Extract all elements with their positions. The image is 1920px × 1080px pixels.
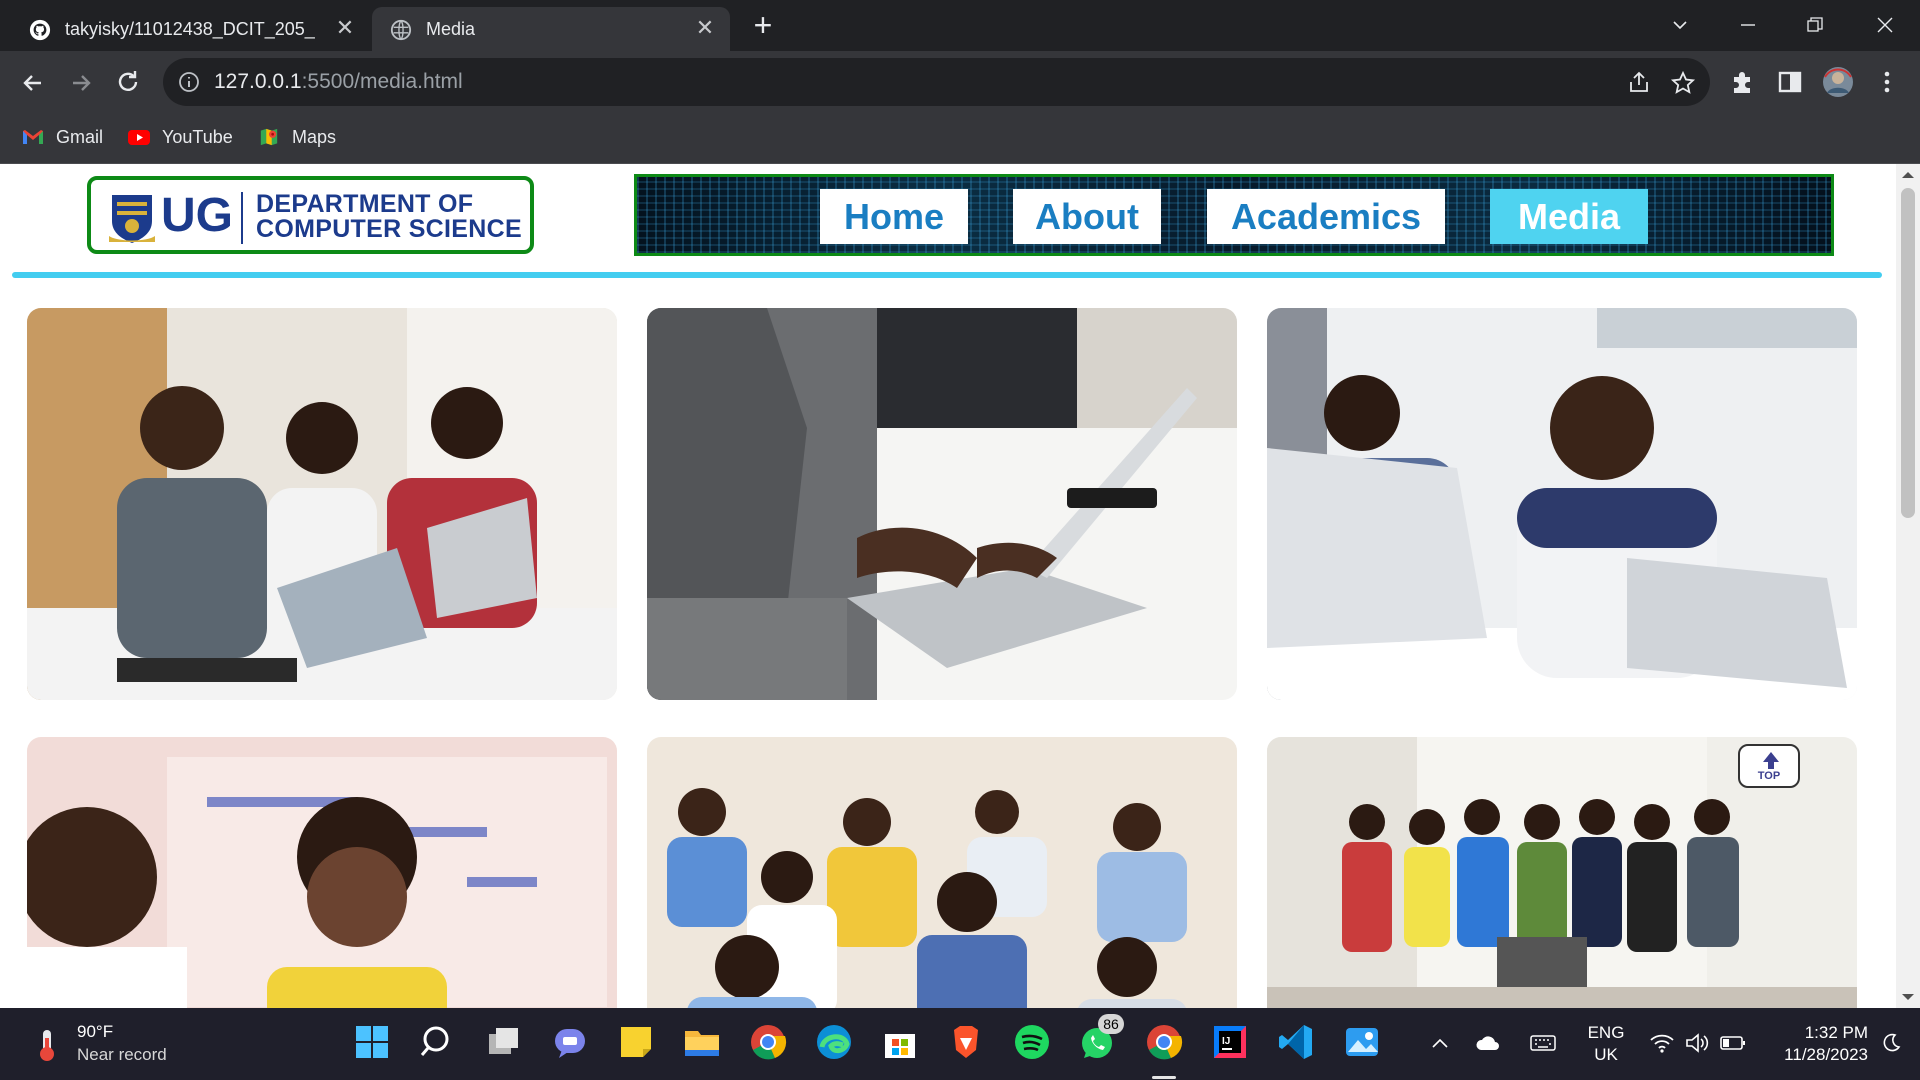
- new-tab-button[interactable]: +: [748, 9, 778, 41]
- whatsapp-app[interactable]: 86: [1078, 1014, 1124, 1062]
- task-view-icon[interactable]: [484, 1022, 524, 1062]
- reload-icon[interactable]: [111, 65, 147, 101]
- clock[interactable]: 1:32 PM 11/28/2023: [1750, 1022, 1868, 1066]
- photos-icon[interactable]: [1342, 1022, 1382, 1062]
- restore-icon[interactable]: [1795, 10, 1835, 40]
- brave-icon[interactable]: [946, 1022, 986, 1062]
- back-to-top-button[interactable]: TOP: [1738, 744, 1800, 788]
- ms-store-icon[interactable]: [880, 1022, 920, 1062]
- sticky-notes-icon[interactable]: [616, 1022, 656, 1062]
- gallery-photo[interactable]: [647, 737, 1237, 1008]
- edge-icon[interactable]: [814, 1022, 854, 1062]
- header-divider: [12, 272, 1882, 278]
- nav-about[interactable]: About: [1013, 189, 1161, 244]
- share-icon[interactable]: [1626, 70, 1652, 96]
- spotify-icon[interactable]: [1012, 1022, 1052, 1062]
- file-explorer-icon[interactable]: [682, 1022, 722, 1062]
- nav-academics[interactable]: Academics: [1207, 189, 1445, 244]
- github-icon: [29, 19, 51, 41]
- close-window-icon[interactable]: [1865, 10, 1905, 40]
- tab-title: Media: [426, 19, 476, 39]
- windows-taskbar: 90°F Near record 86 IJ ENG UK 1:32 PM 11…: [0, 1008, 1920, 1080]
- weather-widget[interactable]: 90°F Near record: [30, 1022, 230, 1068]
- gallery-photo[interactable]: [1267, 308, 1857, 700]
- keyboard-icon[interactable]: [1529, 1032, 1557, 1054]
- logo-short: UG: [161, 189, 233, 242]
- tab-media[interactable]: Media ✕: [372, 7, 730, 51]
- bookmarks-bar: Gmail YouTube Maps: [0, 113, 1920, 164]
- gallery-photo[interactable]: [27, 308, 617, 700]
- close-tab-icon[interactable]: ✕: [692, 15, 718, 41]
- clock-time: 1:32 PM: [1804, 1023, 1868, 1042]
- logo-department: DEPARTMENT OF COMPUTER SCIENCE: [256, 190, 522, 243]
- address-bar[interactable]: 127.0.0.1:5500/media.html: [163, 58, 1710, 106]
- language-indicator[interactable]: ENG UK: [1586, 1022, 1626, 1066]
- wifi-icon[interactable]: [1649, 1032, 1675, 1054]
- gallery-photo[interactable]: [27, 737, 617, 1008]
- intellij-icon[interactable]: IJ: [1210, 1022, 1250, 1062]
- search-icon[interactable]: [418, 1022, 458, 1062]
- browser-tab-bar: takyisky/11012438_DCIT_205_IA ✕ Media ✕ …: [0, 0, 1920, 51]
- nav-media[interactable]: Media: [1490, 189, 1648, 244]
- windows-start-icon[interactable]: [352, 1022, 392, 1062]
- bookmark-star-icon[interactable]: [1670, 70, 1696, 96]
- onedrive-cloud-icon[interactable]: [1475, 1032, 1501, 1054]
- notifications-moon-icon[interactable]: [1880, 1032, 1902, 1054]
- page-scrollbar[interactable]: [1896, 164, 1920, 1008]
- teams-chat-icon[interactable]: [550, 1022, 590, 1062]
- battery-icon[interactable]: [1719, 1032, 1747, 1054]
- bookmark-youtube[interactable]: YouTube: [128, 123, 238, 151]
- back-icon[interactable]: [15, 65, 51, 101]
- main-nav: Home About Academics Media: [634, 174, 1834, 256]
- site-logo[interactable]: UG DEPARTMENT OF COMPUTER SCIENCE: [87, 176, 534, 254]
- browser-toolbar: 127.0.0.1:5500/media.html: [0, 51, 1920, 113]
- gallery-photo[interactable]: [647, 308, 1237, 700]
- nav-home[interactable]: Home: [820, 189, 968, 244]
- forward-icon[interactable]: [63, 65, 99, 101]
- logo-divider: [241, 192, 243, 244]
- bookmark-gmail[interactable]: Gmail: [22, 123, 112, 151]
- ug-crest-icon: [109, 195, 155, 243]
- scroll-up-icon[interactable]: [1902, 172, 1914, 178]
- chrome-icon: [1147, 1025, 1183, 1060]
- clock-date: 11/28/2023: [1784, 1045, 1868, 1064]
- chrome-active-app[interactable]: [1144, 1022, 1184, 1079]
- side-panel-icon[interactable]: [1773, 65, 1807, 99]
- close-tab-icon[interactable]: ✕: [332, 15, 358, 41]
- thermometer-icon: [40, 1030, 54, 1061]
- site-info-icon[interactable]: [177, 70, 201, 94]
- svg-text:IJ: IJ: [1222, 1036, 1230, 1047]
- menu-kebab-icon[interactable]: [1870, 65, 1904, 99]
- tab-search-icon[interactable]: [1660, 10, 1700, 40]
- volume-icon[interactable]: [1684, 1032, 1710, 1054]
- extensions-icon[interactable]: [1725, 65, 1759, 99]
- vscode-icon[interactable]: [1276, 1022, 1316, 1062]
- page-viewport: UG DEPARTMENT OF COMPUTER SCIENCE Home A…: [0, 164, 1896, 1008]
- tab-title: takyisky/11012438_DCIT_205_IA: [65, 19, 315, 39]
- profile-avatar[interactable]: [1821, 65, 1855, 99]
- minimize-icon[interactable]: [1728, 10, 1768, 40]
- bookmark-maps[interactable]: Maps: [258, 123, 348, 151]
- show-hidden-icons-icon[interactable]: [1430, 1034, 1450, 1054]
- scroll-down-icon[interactable]: [1902, 994, 1914, 1000]
- tab-github-repo[interactable]: takyisky/11012438_DCIT_205_IA ✕: [11, 7, 370, 51]
- youtube-icon: [128, 130, 150, 145]
- chrome-icon[interactable]: [748, 1022, 788, 1062]
- scrollbar-thumb[interactable]: [1901, 188, 1915, 518]
- url-text: 127.0.0.1:5500/media.html: [214, 70, 463, 93]
- maps-icon: [260, 128, 278, 146]
- globe-icon: [390, 19, 412, 41]
- gmail-icon: [23, 130, 43, 144]
- notification-badge: 86: [1098, 1014, 1124, 1034]
